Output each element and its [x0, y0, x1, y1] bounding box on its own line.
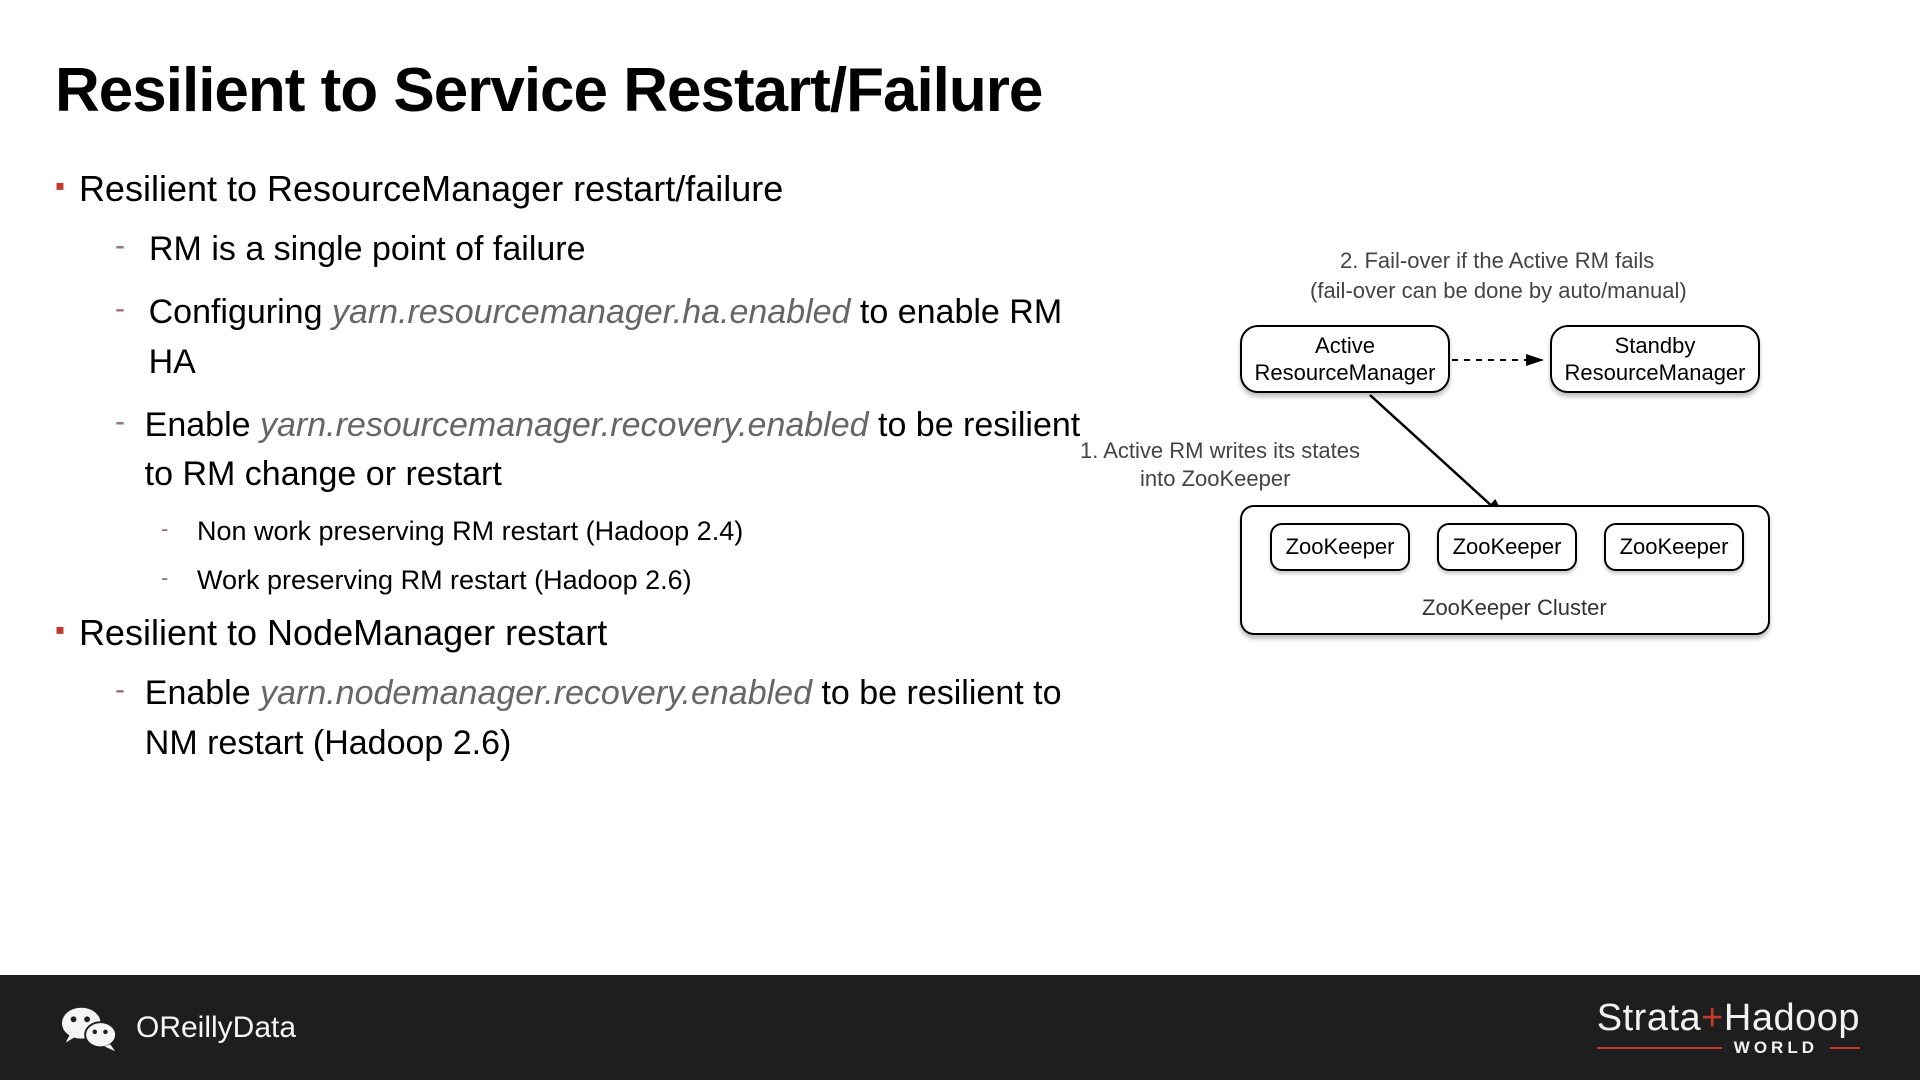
- diagram-caption-2a: 2. Fail-over if the Active RM fails: [1340, 248, 1654, 274]
- hadoop-word: Hadoop: [1724, 997, 1860, 1039]
- zookeeper-node: ZooKeeper: [1270, 523, 1410, 571]
- zookeeper-node: ZooKeeper: [1437, 523, 1577, 571]
- code-fragment: yarn.nodemanager.recovery.enabled: [260, 674, 812, 712]
- bullet-text: RM is a single point of failure: [149, 225, 586, 274]
- dash-icon: -: [115, 669, 127, 711]
- bullet-text: Work preserving RM restart (Hadoop 2.6): [197, 562, 692, 598]
- footer-bar: OReillyData Strata+Hadoop WORLD: [0, 975, 1920, 1080]
- plus-icon: +: [1701, 997, 1724, 1039]
- bullet-text: Resilient to NodeManager restart: [79, 610, 607, 655]
- dash-icon: -: [115, 401, 127, 443]
- bullet-text: Resilient to ResourceManager restart/fai…: [79, 166, 783, 211]
- strata-word: Strata: [1597, 997, 1701, 1039]
- square-bullet-icon: ▪: [55, 166, 65, 206]
- slide-title: Resilient to Service Restart/Failure: [55, 55, 1865, 126]
- zookeeper-cluster-label: ZooKeeper Cluster: [1422, 595, 1607, 621]
- text-fragment: Enable: [145, 674, 260, 712]
- standby-rm-node: Standby ResourceManager: [1550, 325, 1760, 393]
- text-fragment: Configuring: [149, 293, 332, 331]
- architecture-diagram: 2. Fail-over if the Active RM fails (fai…: [1070, 250, 1850, 670]
- dash-icon: -: [115, 225, 131, 267]
- bullet-l2: - Enable yarn.resourcemanager.recovery.e…: [115, 401, 1095, 500]
- text-column: ▪ Resilient to ResourceManager restart/f…: [55, 166, 1095, 782]
- bullet-l2: - RM is a single point of failure: [115, 225, 1095, 274]
- bullet-text: Enable yarn.resourcemanager.recovery.ena…: [145, 401, 1095, 500]
- diagram-caption-1a: 1. Active RM writes its states: [1080, 438, 1360, 464]
- world-label: WORLD: [1734, 1038, 1818, 1058]
- divider-line: [1597, 1047, 1722, 1049]
- wechat-icon: [60, 1003, 118, 1053]
- conference-logo-text: Strata+Hadoop: [1597, 997, 1860, 1040]
- zookeeper-cluster-box: ZooKeeper ZooKeeper ZooKeeper ZooKeeper …: [1240, 505, 1770, 635]
- diagram-caption-2b: (fail-over can be done by auto/manual): [1310, 278, 1687, 304]
- bullet-section2: ▪ Resilient to NodeManager restart: [55, 610, 1095, 655]
- code-fragment: yarn.resourcemanager.recovery.enabled: [260, 406, 869, 444]
- active-rm-node: Active ResourceManager: [1240, 325, 1450, 393]
- slide-body: Resilient to Service Restart/Failure ▪ R…: [0, 0, 1920, 975]
- bullet-l3: - Work preserving RM restart (Hadoop 2.6…: [161, 562, 1095, 598]
- footer-left: OReillyData: [60, 1003, 296, 1053]
- zookeeper-node: ZooKeeper: [1604, 523, 1744, 571]
- bullet-text: Enable yarn.nodemanager.recovery.enabled…: [145, 669, 1095, 768]
- code-fragment: yarn.resourcemanager.ha.enabled: [332, 293, 851, 331]
- dash-icon: -: [161, 513, 173, 545]
- bullet-text: Non work preserving RM restart (Hadoop 2…: [197, 513, 743, 549]
- footer-right: Strata+Hadoop WORLD: [1597, 997, 1860, 1058]
- bullet-l3: - Non work preserving RM restart (Hadoop…: [161, 513, 1095, 549]
- dash-icon: -: [115, 288, 131, 330]
- world-row: WORLD: [1597, 1038, 1860, 1058]
- dash-icon: -: [161, 562, 173, 594]
- divider-line: [1830, 1047, 1860, 1049]
- bullet-text: Configuring yarn.resourcemanager.ha.enab…: [149, 288, 1095, 387]
- diagram-caption-1b: into ZooKeeper: [1140, 466, 1290, 492]
- footer-handle: OReillyData: [136, 1011, 296, 1045]
- arrow-failover-icon: [1450, 345, 1550, 375]
- bullet-l2: - Configuring yarn.resourcemanager.ha.en…: [115, 288, 1095, 387]
- bullet-l2: - Enable yarn.nodemanager.recovery.enabl…: [115, 669, 1095, 768]
- bullet-section1: ▪ Resilient to ResourceManager restart/f…: [55, 166, 1095, 211]
- square-bullet-icon: ▪: [55, 610, 65, 650]
- text-fragment: Enable: [145, 406, 260, 444]
